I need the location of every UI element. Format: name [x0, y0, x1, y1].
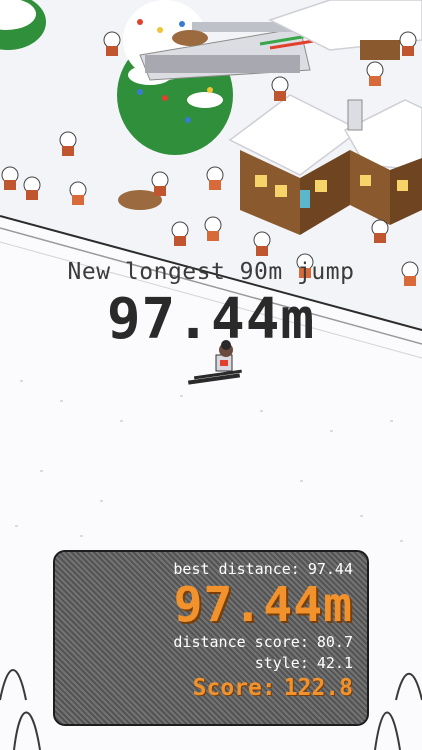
game-stage: New longest 90m jump 97.44m best distanc…: [0, 0, 422, 750]
total-score-value: 122.8: [283, 675, 353, 701]
best-distance-label: best distance:: [173, 560, 300, 578]
distance-score-row: distance score: 80.7: [69, 635, 353, 650]
style-label: style:: [254, 654, 309, 672]
new-record-message: New longest 90m jump: [67, 259, 355, 285]
best-distance-value: 97.44: [307, 560, 353, 578]
chalet-right: [343, 99, 422, 225]
jump-distance-readout: 97.44m: [106, 287, 316, 352]
results-panel: best distance: 97.44 97.44m distance scor…: [53, 550, 369, 726]
distance-score-value: 80.7: [316, 633, 353, 651]
best-distance-row: best distance: 97.44: [69, 562, 353, 577]
total-score-label: Score:: [192, 675, 276, 701]
distance-score-label: distance score:: [173, 633, 309, 651]
style-value: 42.1: [316, 654, 353, 672]
style-row: style: 42.1: [69, 656, 353, 671]
result-distance: 97.44m: [173, 577, 353, 633]
table-2: [172, 30, 208, 46]
jump-banner: New longest 90m jump 97.44m: [0, 258, 422, 352]
total-score-row: Score: 122.8: [69, 677, 353, 700]
